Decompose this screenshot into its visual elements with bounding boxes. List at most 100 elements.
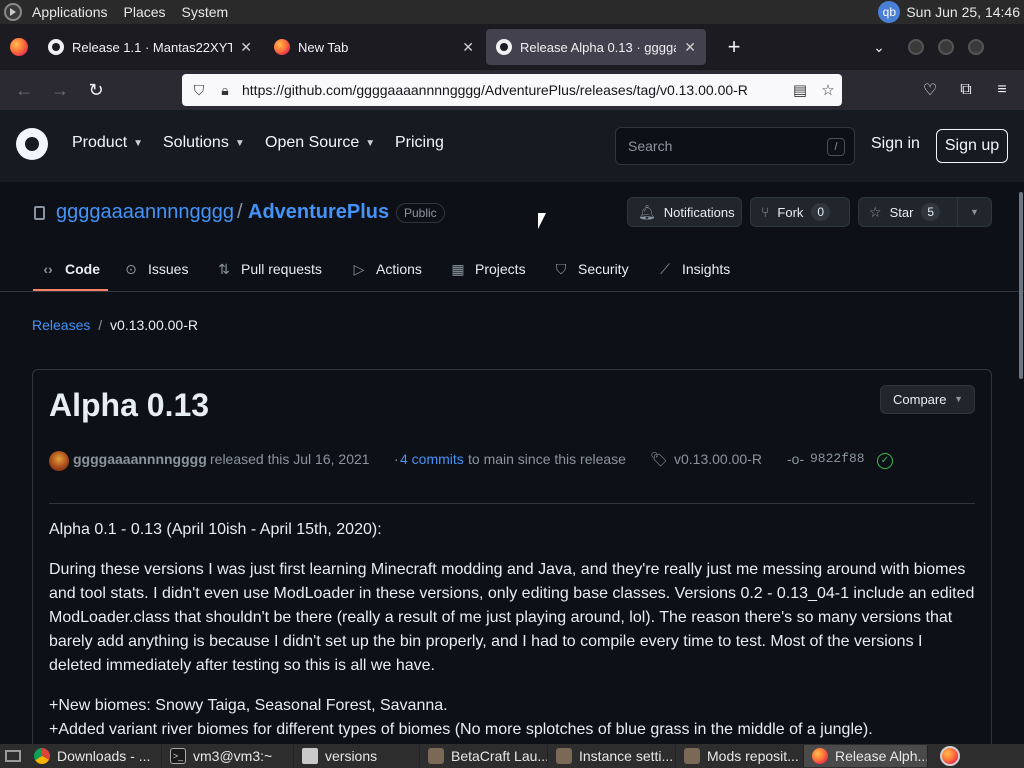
url-bar[interactable]: ⛉ 🔒︎ https://github.com/ggggaaaannnngggg… bbox=[182, 74, 842, 106]
release-notes: Alpha 0.1 - 0.13 (April 10ish - April 15… bbox=[49, 518, 979, 742]
user-badge-icon[interactable]: qb bbox=[878, 1, 901, 23]
minimize-window-button[interactable] bbox=[908, 39, 924, 55]
release-author-link[interactable]: ggggaaaannnngggg bbox=[73, 451, 207, 467]
back-button[interactable]: ← bbox=[6, 74, 42, 106]
tab-title: Release 1.1 · Mantas22XYT/R bbox=[72, 39, 233, 55]
star-count: 5 bbox=[921, 203, 941, 221]
tab-insights-label: Insights bbox=[682, 261, 731, 277]
releases-link[interactable]: Releases bbox=[32, 317, 90, 333]
tab-security[interactable]: ⛉ Security bbox=[553, 248, 629, 290]
system-menu[interactable]: System bbox=[174, 0, 237, 24]
tabs-divider bbox=[0, 291, 1024, 292]
repo-owner-link[interactable]: ggggaaaannnngggg bbox=[56, 201, 234, 224]
search-placeholder: Search bbox=[628, 138, 673, 154]
star-dropdown-button[interactable]: ▼ bbox=[957, 197, 992, 227]
tracking-shield-icon[interactable]: ⛉ bbox=[186, 82, 212, 99]
browser-tab-release-1-1[interactable]: Release 1.1 · Mantas22XYT/R ✕ bbox=[38, 29, 262, 65]
tab-actions-label: Actions bbox=[376, 261, 422, 277]
sign-up-button[interactable]: Sign up bbox=[936, 129, 1008, 163]
commit-sha-link[interactable]: 9822f88 bbox=[810, 451, 865, 466]
avatar[interactable] bbox=[49, 451, 69, 471]
new-tab-button[interactable]: + bbox=[716, 29, 752, 65]
tab-insights[interactable]: ⟋ Insights bbox=[657, 248, 730, 290]
compare-label: Compare bbox=[893, 392, 947, 407]
taskbar-item-label: Mods reposit... bbox=[707, 748, 799, 764]
bookmark-star-icon[interactable]: ☆ bbox=[814, 81, 842, 99]
shield-icon: ⛉ bbox=[555, 260, 567, 277]
taskbar-item-downloads[interactable]: Downloads - ... bbox=[26, 745, 162, 767]
game-icon bbox=[684, 748, 700, 764]
firefox-view-button[interactable] bbox=[0, 24, 38, 70]
taskbar-item-betacraft[interactable]: BetaCraft Lau... bbox=[420, 745, 548, 767]
close-tab-icon[interactable]: ✕ bbox=[240, 39, 252, 56]
tag-link[interactable]: v0.13.00.00-R bbox=[674, 451, 762, 467]
verified-check-icon[interactable]: ✓ bbox=[877, 453, 893, 469]
notifications-button[interactable]: 🔔︎ Notifications bbox=[627, 197, 742, 227]
browser-tab-new-tab[interactable]: New Tab ✕ bbox=[264, 29, 484, 65]
release-notes-heading: Alpha 0.1 - 0.13 (April 10ish - April 15… bbox=[49, 521, 382, 538]
breadcrumb-separator: / bbox=[98, 317, 103, 333]
taskbar-item-mods-repository[interactable]: Mods reposit... bbox=[676, 745, 804, 767]
taskbar-item-versions[interactable]: versions bbox=[294, 745, 420, 767]
navigation-bar: ← → ↻ ⛉ 🔒︎ https://github.com/ggggaaaann… bbox=[0, 70, 1024, 110]
url-text[interactable]: https://github.com/ggggaaaannnngggg/Adve… bbox=[242, 82, 786, 98]
tag-icon: 🏷︎ bbox=[650, 451, 668, 467]
tab-actions[interactable]: ▷ Actions bbox=[351, 248, 422, 290]
meta-separator: · bbox=[394, 451, 399, 467]
breadcrumb: Releases / v0.13.00.00-R bbox=[32, 317, 198, 333]
applications-menu[interactable]: Applications bbox=[0, 0, 116, 24]
nav-solutions[interactable]: Solutions ▼ bbox=[163, 134, 245, 152]
sign-in-link[interactable]: Sign in bbox=[871, 135, 920, 153]
play-icon: ▷ bbox=[353, 260, 365, 277]
star-button[interactable]: ☆ Star 5 bbox=[858, 197, 958, 227]
tab-issues[interactable]: ⊙ Issues bbox=[123, 248, 188, 290]
graph-icon: ⟋ bbox=[660, 260, 670, 277]
fork-button[interactable]: ⑂ Fork 0 bbox=[750, 197, 850, 227]
fork-label: Fork bbox=[777, 204, 804, 220]
tab-code-label: Code bbox=[65, 261, 100, 277]
firefox-icon bbox=[274, 39, 290, 55]
lock-icon[interactable]: 🔒︎ bbox=[212, 82, 238, 99]
nav-product[interactable]: Product ▼ bbox=[72, 134, 143, 152]
tray-firefox-icon[interactable] bbox=[940, 746, 960, 766]
tab-projects[interactable]: ▦ Projects bbox=[450, 248, 525, 290]
mouse-cursor-icon bbox=[538, 213, 546, 229]
github-logo-icon[interactable] bbox=[16, 128, 48, 160]
close-window-button[interactable] bbox=[968, 39, 984, 55]
close-tab-icon[interactable]: ✕ bbox=[462, 39, 474, 56]
show-desktop-button[interactable] bbox=[0, 745, 26, 767]
forward-button[interactable]: → bbox=[42, 74, 78, 106]
scrollbar-thumb[interactable] bbox=[1019, 192, 1023, 379]
search-input[interactable]: Search / bbox=[615, 127, 855, 165]
compare-button[interactable]: Compare ▼ bbox=[880, 385, 975, 414]
maximize-window-button[interactable] bbox=[938, 39, 954, 55]
taskbar: Downloads - ... >_ vm3@vm3:~ versions Be… bbox=[0, 744, 1024, 768]
close-tab-icon[interactable]: ✕ bbox=[684, 39, 696, 56]
taskbar-item-instance-settings[interactable]: Instance setti... bbox=[548, 745, 676, 767]
tab-title: New Tab bbox=[298, 39, 349, 55]
page-scrollbar[interactable] bbox=[1017, 182, 1024, 744]
top-panel: Applications Places System qb Sun Jun 25… bbox=[0, 0, 1024, 24]
places-menu[interactable]: Places bbox=[116, 0, 174, 24]
pocket-icon[interactable]: ♡ bbox=[912, 74, 948, 106]
commits-link[interactable]: 4 commits bbox=[400, 451, 464, 467]
nav-pricing[interactable]: Pricing bbox=[395, 134, 444, 152]
nav-open-source-label: Open Source bbox=[265, 134, 360, 151]
browser-tab-release-alpha[interactable]: Release Alpha 0.13 · ggggaa ✕ bbox=[486, 29, 706, 65]
hamburger-menu-icon[interactable]: ≡ bbox=[984, 74, 1020, 106]
tab-list-button[interactable]: ⌄ bbox=[864, 39, 894, 56]
reader-view-icon[interactable]: ▤ bbox=[786, 81, 814, 99]
repo-name-link[interactable]: AdventurePlus bbox=[248, 201, 389, 224]
tab-issues-label: Issues bbox=[148, 261, 189, 277]
clock[interactable]: Sun Jun 25, 14:46 bbox=[906, 4, 1020, 20]
extensions-icon[interactable]: ⧉ bbox=[948, 74, 984, 106]
nav-open-source[interactable]: Open Source ▼ bbox=[265, 134, 375, 152]
fork-count: 0 bbox=[811, 203, 831, 221]
bell-icon: 🔔︎ bbox=[638, 203, 656, 220]
taskbar-item-firefox-release[interactable]: Release Alph... bbox=[804, 745, 928, 767]
tab-code[interactable]: ‹› Code bbox=[40, 248, 100, 290]
release-notes-paragraph: During these versions I was just first l… bbox=[49, 561, 975, 674]
tab-pull-requests[interactable]: ⇅ Pull requests bbox=[216, 248, 322, 290]
taskbar-item-terminal[interactable]: >_ vm3@vm3:~ bbox=[162, 745, 294, 767]
reload-button[interactable]: ↻ bbox=[78, 74, 114, 106]
